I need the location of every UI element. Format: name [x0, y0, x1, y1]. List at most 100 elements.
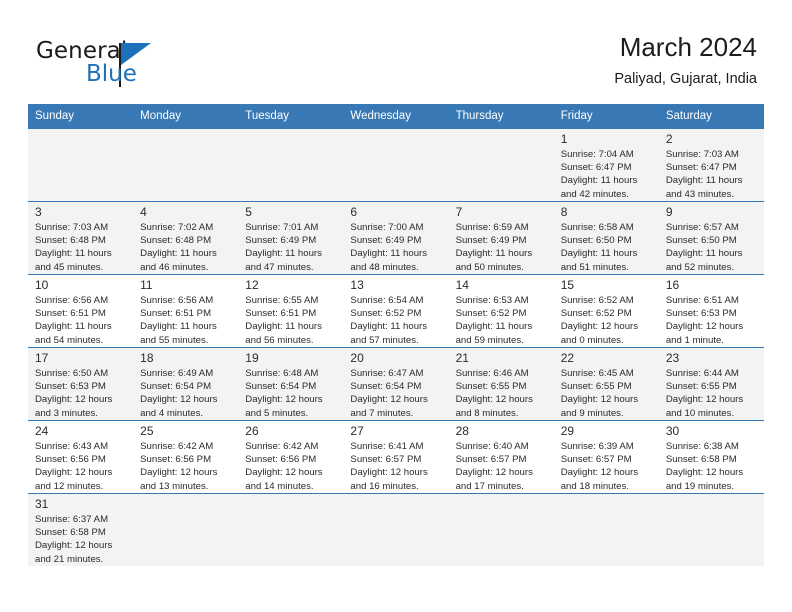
daylight-text-line2: and 55 minutes. [140, 334, 209, 346]
calendar-body: 1 Sunrise: 7:04 AM Sunset: 6:47 PM Daylight… [28, 128, 764, 566]
daylight-text-line2: and 16 minutes. [350, 480, 419, 492]
weekday-header-monday: Monday [133, 104, 239, 129]
daylight-text-line1: Daylight: 12 hours [140, 394, 218, 406]
daylight-text-line1: Daylight: 11 hours [560, 248, 638, 260]
calendar-table: Sunday Monday Tuesday Wednesday Thursday… [28, 104, 764, 566]
weekday-header-wednesday: Wednesday [343, 104, 449, 129]
sunrise-text: Sunrise: 6:52 AM [560, 295, 634, 306]
day-number: 5 [245, 205, 252, 219]
day-details: Sunrise: 6:40 AM Sunset: 6:57 PM Daylight:… [449, 440, 554, 493]
sunrise-text: Sunrise: 7:03 AM [665, 149, 739, 160]
calendar-page: General Blue March 2024 Paliyad, Gujarat… [0, 0, 792, 612]
day-number: 13 [350, 278, 364, 292]
sunrise-text: Sunrise: 6:45 AM [560, 368, 634, 379]
day-number: 21 [455, 351, 469, 365]
week-row: 31 Sunrise: 6:37 AM Sunset: 6:58 PM Dayligh… [28, 493, 764, 566]
day-details: Sunrise: 6:54 AM Sunset: 6:52 PM Daylight:… [343, 294, 448, 347]
day-cell: 26 Sunrise: 6:42 AM Sunset: 6:56 PM Dayligh… [238, 420, 344, 494]
day-cell: 17 Sunrise: 6:50 AM Sunset: 6:53 PM Dayligh… [28, 347, 134, 421]
daylight-text-line1: Daylight: 12 hours [140, 467, 218, 479]
daylight-text-line1: Daylight: 12 hours [455, 394, 533, 406]
sunrise-text: Sunrise: 6:39 AM [560, 441, 634, 452]
day-number: 23 [665, 351, 680, 365]
day-details: Sunrise: 6:38 AM Sunset: 6:58 PM Daylight:… [659, 440, 764, 493]
weekday-header-friday: Friday [553, 104, 659, 129]
day-details: Sunrise: 7:03 AM Sunset: 6:47 PM Daylight:… [659, 148, 764, 201]
sunrise-text: Sunrise: 6:48 AM [245, 368, 319, 379]
day-number: 1 [560, 132, 568, 146]
daylight-text-line2: and 43 minutes. [665, 188, 735, 200]
sunrise-text: Sunrise: 6:58 AM [560, 222, 634, 233]
daylight-text-line2: and 56 minutes. [245, 334, 314, 346]
day-details: Sunrise: 6:39 AM Sunset: 6:57 PM Daylight:… [554, 440, 659, 493]
day-number: 6 [350, 205, 358, 219]
sunset-text: Sunset: 6:47 PM [560, 162, 632, 174]
title-block: March 2024 Paliyad, Gujarat, India [614, 31, 757, 89]
day-number: 9 [665, 205, 673, 219]
daylight-text-line1: Daylight: 12 hours [560, 321, 639, 333]
day-cell: 12 Sunrise: 6:55 AM Sunset: 6:51 PM Dayligh… [238, 274, 344, 348]
day-cell: 16 Sunrise: 6:51 AM Sunset: 6:53 PM Dayligh… [658, 274, 764, 348]
day-details: Sunrise: 6:51 AM Sunset: 6:53 PM Daylight:… [659, 294, 764, 347]
daylight-text-line1: Daylight: 12 hours [560, 467, 639, 479]
brand-logo[interactable]: General Blue [36, 38, 266, 90]
week-row: 24 Sunrise: 6:43 AM Sunset: 6:56 PM Dayligh… [28, 420, 764, 494]
day-cell: 15 Sunrise: 6:52 AM Sunset: 6:52 PM Dayligh… [553, 274, 659, 348]
sunrise-text: Sunrise: 6:47 AM [350, 368, 424, 379]
day-cell: 1 Sunrise: 7:04 AM Sunset: 6:47 PM Daylight… [553, 128, 659, 202]
sunset-text: Sunset: 6:51 PM [140, 308, 212, 320]
daylight-text-line1: Daylight: 12 hours [350, 467, 428, 479]
daylight-text-line2: and 7 minutes. [350, 407, 414, 419]
day-number: 11 [140, 278, 153, 292]
daylight-text-line2: and 4 minutes. [140, 407, 204, 419]
day-number: 10 [35, 278, 49, 292]
sunrise-text: Sunrise: 6:50 AM [35, 368, 109, 379]
day-cell: 19 Sunrise: 6:48 AM Sunset: 6:54 PM Dayligh… [238, 347, 344, 421]
day-number: 18 [140, 351, 154, 365]
page-subtitle: Paliyad, Gujarat, India [614, 71, 757, 87]
day-cell: 10 Sunrise: 6:56 AM Sunset: 6:51 PM Dayligh… [28, 274, 134, 348]
day-number: 16 [665, 278, 680, 292]
day-cell: 9 Sunrise: 6:57 AM Sunset: 6:50 PM Daylight… [658, 201, 764, 275]
daylight-text-line2: and 14 minutes. [245, 480, 314, 492]
sunset-text: Sunset: 6:53 PM [35, 381, 106, 393]
day-number: 2 [665, 132, 673, 146]
sunset-text: Sunset: 6:47 PM [665, 162, 737, 174]
sunset-text: Sunset: 6:49 PM [455, 235, 527, 247]
day-cell: 31 Sunrise: 6:37 AM Sunset: 6:58 PM Dayligh… [28, 493, 134, 566]
day-cell: 6 Sunrise: 7:00 AM Sunset: 6:49 PM Daylight… [343, 201, 449, 275]
day-details: Sunrise: 7:03 AM Sunset: 6:48 PM Daylight:… [28, 221, 133, 274]
sunset-text: Sunset: 6:58 PM [665, 454, 737, 466]
day-number: 4 [140, 205, 147, 219]
day-number: 26 [245, 424, 259, 438]
daylight-text-line1: Daylight: 12 hours [245, 394, 323, 406]
daylight-text-line1: Daylight: 12 hours [35, 540, 113, 552]
sunset-text: Sunset: 6:51 PM [245, 308, 317, 320]
day-details: Sunrise: 7:00 AM Sunset: 6:49 PM Daylight:… [343, 221, 448, 274]
sunset-text: Sunset: 6:56 PM [245, 454, 317, 466]
daylight-text-line2: and 5 minutes. [245, 407, 309, 419]
day-number: 27 [350, 424, 364, 438]
weekday-header-thursday: Thursday [448, 104, 554, 129]
daylight-text-line1: Daylight: 11 hours [665, 248, 743, 260]
day-cell: 2 Sunrise: 7:03 AM Sunset: 6:47 PM Daylight… [658, 128, 764, 202]
day-cell: 3 Sunrise: 7:03 AM Sunset: 6:48 PM Daylight… [28, 201, 134, 275]
daylight-text-line2: and 9 minutes. [560, 407, 624, 419]
daylight-text-line2: and 59 minutes. [455, 334, 524, 346]
day-cell: 13 Sunrise: 6:54 AM Sunset: 6:52 PM Dayligh… [343, 274, 449, 348]
daylight-text-line1: Daylight: 11 hours [140, 248, 217, 260]
sunrise-text: Sunrise: 6:40 AM [455, 441, 529, 452]
sunset-text: Sunset: 6:57 PM [350, 454, 422, 466]
day-details: Sunrise: 6:41 AM Sunset: 6:57 PM Daylight:… [343, 440, 448, 493]
sunrise-text: Sunrise: 6:43 AM [35, 441, 109, 452]
daylight-text-line2: and 52 minutes. [665, 261, 735, 273]
day-cell [133, 128, 239, 202]
day-number: 7 [455, 205, 463, 219]
day-number: 19 [245, 351, 259, 365]
daylight-text-line1: Daylight: 12 hours [35, 467, 113, 479]
sunrise-text: Sunrise: 6:53 AM [455, 295, 529, 306]
day-cell: 22 Sunrise: 6:45 AM Sunset: 6:55 PM Dayligh… [553, 347, 659, 421]
day-cell: 21 Sunrise: 6:46 AM Sunset: 6:55 PM Dayligh… [448, 347, 554, 421]
daylight-text-line2: and 0 minutes. [560, 334, 624, 346]
week-row: 1 Sunrise: 7:04 AM Sunset: 6:47 PM Daylight… [28, 128, 764, 202]
